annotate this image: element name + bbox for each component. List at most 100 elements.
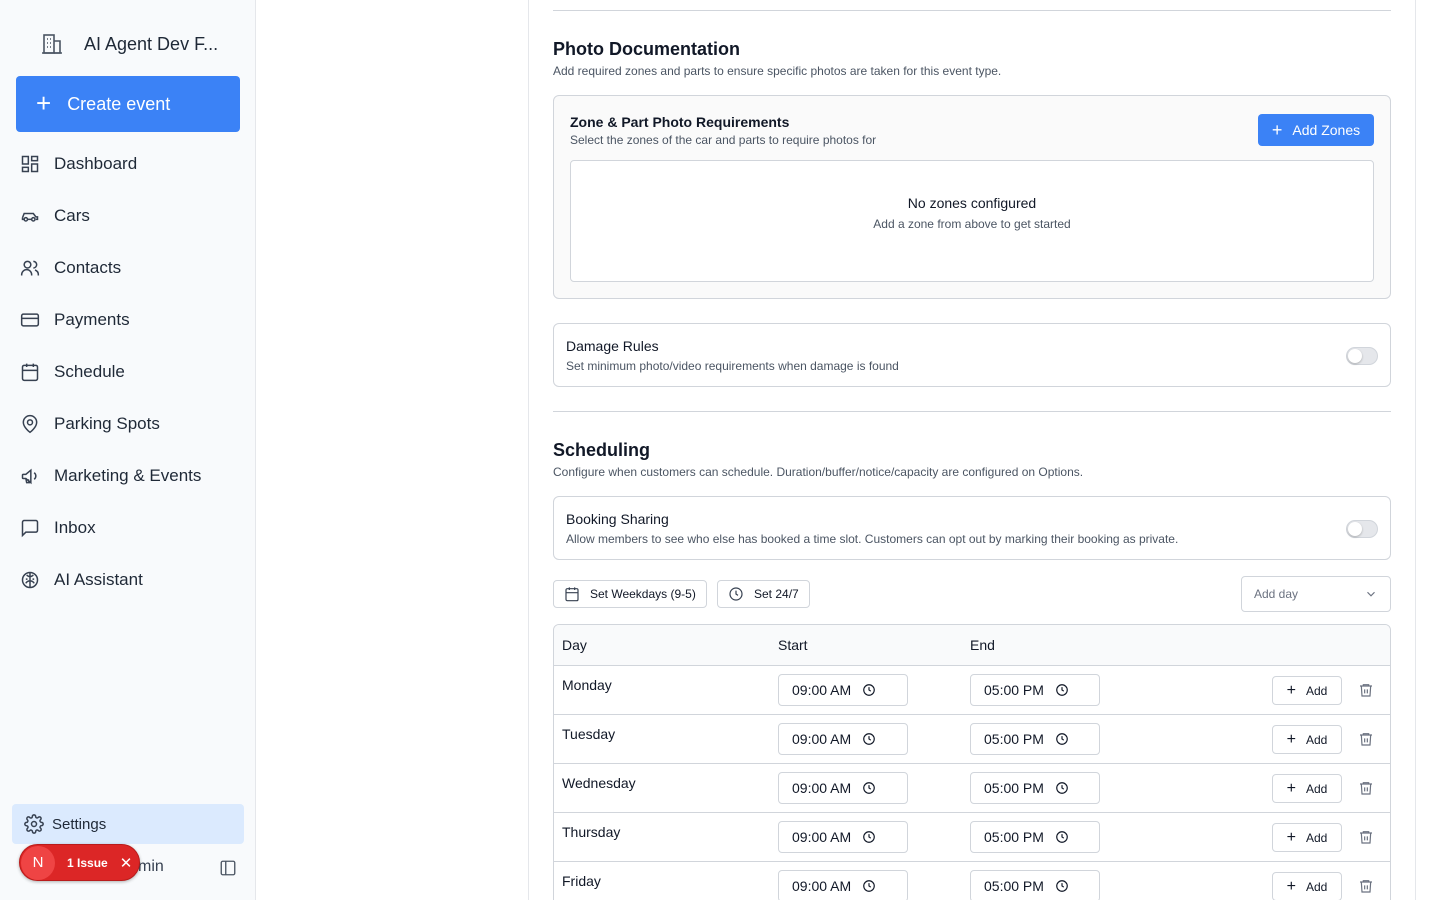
zone-requirements-subtitle: Select the zones of the car and parts to… <box>570 133 877 147</box>
end-time-input[interactable]: 05:00 PM <box>970 723 1100 755</box>
column-header-day: Day <box>562 637 587 653</box>
building-icon <box>42 34 62 54</box>
table-header: Day Start End <box>554 625 1390 666</box>
megaphone-icon <box>21 468 37 485</box>
message-square-icon <box>21 519 39 538</box>
sidebar-item-dashboard[interactable]: Dashboard <box>0 138 256 190</box>
issue-badge[interactable]: N 1 Issue ✕ <box>19 844 140 881</box>
sidebar-item-settings[interactable]: Settings <box>12 804 244 844</box>
start-time-value: 09:00 AM <box>792 780 852 796</box>
start-time-input[interactable]: 09:00 AM <box>778 821 908 853</box>
sidebar-item-label: Schedule <box>54 362 125 381</box>
end-time-input[interactable]: 05:00 PM <box>970 870 1100 900</box>
sidebar-item-ai-assistant[interactable]: AI Assistant <box>0 554 256 606</box>
clock-icon <box>862 879 876 893</box>
start-time-value: 09:00 AM <box>792 878 852 894</box>
issue-avatar: N <box>21 845 55 880</box>
photo-documentation-subtitle: Add required zones and parts to ensure s… <box>553 64 1002 78</box>
clock-icon <box>862 732 876 746</box>
sidebar-item-schedule[interactable]: Schedule <box>0 346 256 398</box>
users-icon <box>20 260 40 276</box>
add-day-select[interactable]: Add day <box>1241 576 1391 612</box>
add-zones-button[interactable]: + Add Zones <box>1258 114 1374 146</box>
sidebar-toggle-icon[interactable] <box>219 859 237 877</box>
chevron-down-icon <box>1367 591 1375 597</box>
damage-rules-subtitle: Set minimum photo/video requirements whe… <box>566 359 899 373</box>
add-time-range-button[interactable]: + Add <box>1272 774 1342 803</box>
sidebar-item-cars[interactable]: Cars <box>0 190 256 242</box>
add-label: Add <box>1305 781 1328 796</box>
sidebar-item-marketing-events[interactable]: Marketing & Events <box>0 450 256 502</box>
damage-rules-toggle[interactable] <box>1346 347 1378 365</box>
clock-icon <box>1055 879 1069 893</box>
scheduling-subtitle: Configure when customers can schedule. D… <box>553 465 1084 479</box>
start-time-input[interactable]: 09:00 AM <box>778 772 908 804</box>
calendar-icon <box>565 587 579 602</box>
sidebar-item-label: Marketing & Events <box>54 466 202 485</box>
start-time-input[interactable]: 09:00 AM <box>778 723 908 755</box>
sidebar-item-label: Settings <box>52 815 107 833</box>
clock-icon <box>1055 781 1069 795</box>
create-event-label: Create event <box>67 93 171 114</box>
create-event-button[interactable]: + Create event <box>16 76 240 132</box>
end-time-value: 05:00 PM <box>984 780 1044 796</box>
end-time-input[interactable]: 05:00 PM <box>970 772 1100 804</box>
table-row: Friday 09:00 AM 05:00 PM + Add <box>554 862 1390 900</box>
end-time-value: 05:00 PM <box>984 829 1044 845</box>
booking-sharing-title: Booking Sharing <box>566 511 669 527</box>
trash-icon[interactable] <box>1358 878 1374 894</box>
sidebar-item-payments[interactable]: Payments <box>0 294 256 346</box>
set-weekdays-label: Set Weekdays (9-5) <box>590 587 696 601</box>
add-time-range-button[interactable]: + Add <box>1272 823 1342 852</box>
start-time-input[interactable]: 09:00 AM <box>778 870 908 900</box>
trash-icon[interactable] <box>1358 829 1374 845</box>
day-name: Thursday <box>562 824 621 840</box>
gear-icon <box>24 814 44 834</box>
sidebar-item-label: Parking Spots <box>54 414 160 433</box>
add-time-range-button[interactable]: + Add <box>1272 725 1342 754</box>
end-time-input[interactable]: 05:00 PM <box>970 821 1100 853</box>
set-24-7-label: Set 24/7 <box>754 587 799 601</box>
set-24-7-button[interactable]: Set 24/7 <box>717 580 810 608</box>
booking-sharing-toggle[interactable] <box>1346 520 1378 538</box>
sidebar-item-contacts[interactable]: Contacts <box>0 242 256 294</box>
start-time-value: 09:00 AM <box>792 829 852 845</box>
scheduling-title: Scheduling <box>553 440 651 460</box>
plus-icon: + <box>1286 730 1296 748</box>
add-zones-label: Add Zones <box>1292 122 1361 138</box>
plus-icon: + <box>1286 779 1296 797</box>
trash-icon[interactable] <box>1358 780 1374 796</box>
start-time-value: 09:00 AM <box>792 731 852 747</box>
add-label: Add <box>1305 830 1328 845</box>
start-time-input[interactable]: 09:00 AM <box>778 674 908 706</box>
brain-icon <box>21 571 39 589</box>
booking-sharing-card: Booking Sharing Allow members to see who… <box>553 496 1391 560</box>
close-icon[interactable]: ✕ <box>120 854 133 872</box>
user-name[interactable]: min <box>138 858 164 876</box>
sidebar-item-inbox[interactable]: Inbox <box>0 502 256 554</box>
plus-icon: + <box>36 87 52 118</box>
sidebar-nav: Dashboard Cars Contacts Payments Schedul… <box>0 138 256 606</box>
trash-icon[interactable] <box>1358 731 1374 747</box>
sidebar-item-label: Payments <box>54 310 130 329</box>
add-time-range-button[interactable]: + Add <box>1272 676 1342 705</box>
sidebar-item-parking-spots[interactable]: Parking Spots <box>0 398 256 450</box>
photo-documentation-title: Photo Documentation <box>553 39 740 59</box>
clock-icon <box>862 683 876 697</box>
car-icon <box>21 212 39 222</box>
org-switcher[interactable]: AI Agent Dev F... <box>40 30 218 58</box>
sidebar-item-label: Dashboard <box>54 154 138 173</box>
table-row: Tuesday 09:00 AM 05:00 PM + Add <box>554 715 1390 764</box>
damage-rules-card: Damage Rules Set minimum photo/video req… <box>553 323 1391 387</box>
org-name: AI Agent Dev F... <box>84 33 219 54</box>
issue-count: 1 Issue <box>67 855 108 870</box>
set-weekdays-button[interactable]: Set Weekdays (9-5) <box>553 580 707 608</box>
trash-icon[interactable] <box>1358 682 1374 698</box>
add-time-range-button[interactable]: + Add <box>1272 872 1342 900</box>
column-header-end: End <box>970 637 995 653</box>
end-time-input[interactable]: 05:00 PM <box>970 674 1100 706</box>
clock-icon <box>1055 830 1069 844</box>
add-label: Add <box>1305 879 1328 894</box>
booking-sharing-subtitle: Allow members to see who else has booked… <box>566 532 1179 546</box>
end-time-value: 05:00 PM <box>984 682 1044 698</box>
